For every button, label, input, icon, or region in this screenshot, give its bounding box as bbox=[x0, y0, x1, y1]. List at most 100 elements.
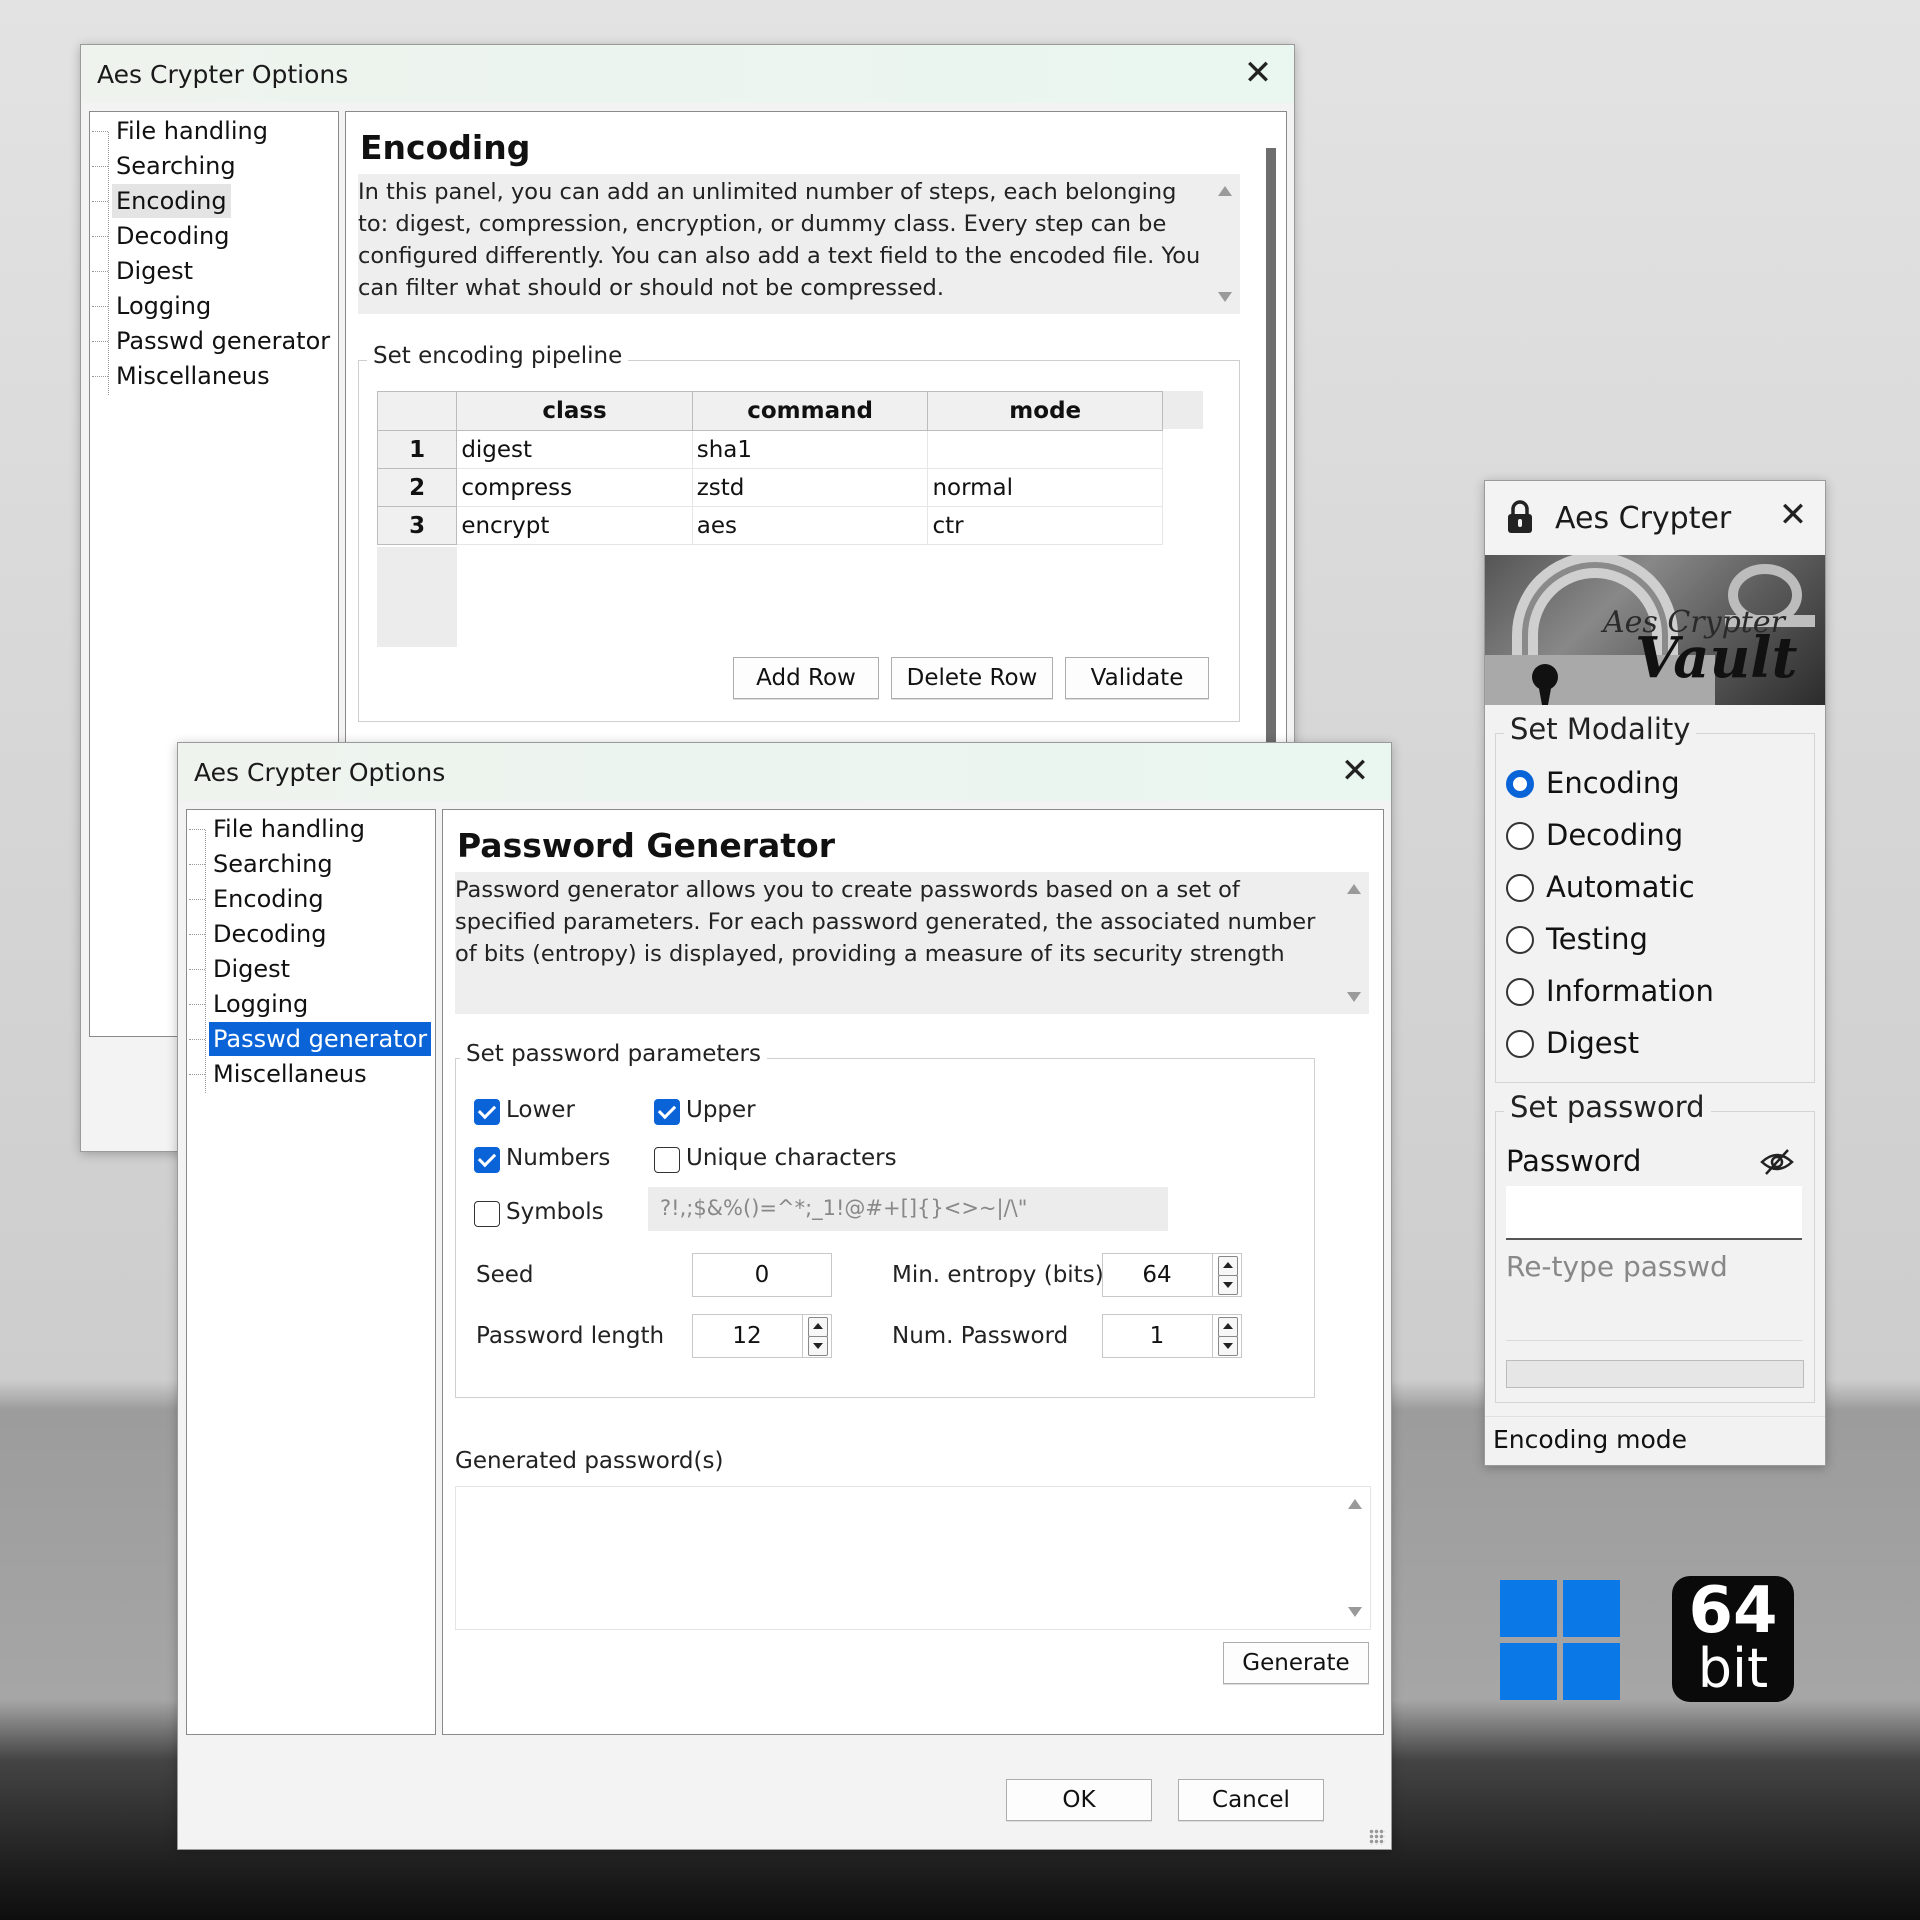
close-icon[interactable]: ✕ bbox=[1771, 493, 1815, 537]
cell-mode[interactable]: ctr bbox=[927, 506, 1163, 545]
tree-item-logging[interactable]: Logging bbox=[188, 987, 312, 1021]
tree-item-miscellaneus[interactable]: Miscellaneus bbox=[92, 359, 274, 393]
tree-item-decoding[interactable]: Decoding bbox=[91, 219, 233, 253]
scroll-down-arrow[interactable] bbox=[1218, 292, 1232, 302]
table-row[interactable]: 3 encrypt aes ctr bbox=[376, 506, 1163, 545]
status-bar: Encoding mode bbox=[1485, 1416, 1825, 1465]
cancel-button[interactable]: Cancel bbox=[1178, 1779, 1324, 1821]
symbols-label: Symbols bbox=[506, 1199, 604, 1225]
scroll-up-arrow[interactable] bbox=[1348, 1499, 1362, 1509]
tree-item-searching[interactable]: Searching bbox=[92, 149, 240, 183]
lower-checkbox[interactable] bbox=[474, 1099, 500, 1125]
row-number[interactable]: 3 bbox=[376, 506, 458, 545]
column-header[interactable]: class bbox=[456, 391, 693, 431]
radio-label-information[interactable]: Information bbox=[1546, 974, 1714, 1008]
ok-button[interactable]: OK bbox=[1006, 1779, 1152, 1821]
seed-label: Seed bbox=[476, 1262, 534, 1288]
radio-label-decoding[interactable]: Decoding bbox=[1546, 818, 1683, 852]
tree-item-passwd-generator[interactable]: Passwd generator bbox=[91, 324, 334, 358]
radio-label-testing[interactable]: Testing bbox=[1546, 922, 1648, 956]
eye-slash-icon[interactable] bbox=[1760, 1148, 1794, 1176]
scroll-up-arrow[interactable] bbox=[1347, 884, 1361, 894]
increment-icon[interactable] bbox=[808, 1317, 828, 1337]
numbers-label: Numbers bbox=[506, 1145, 611, 1171]
radio-label-digest[interactable]: Digest bbox=[1546, 1026, 1639, 1060]
upper-checkbox[interactable] bbox=[654, 1099, 680, 1125]
decrement-icon[interactable] bbox=[1218, 1275, 1238, 1295]
cell-class[interactable]: compress bbox=[456, 468, 693, 507]
title-bar[interactable]: Aes Crypter Options ✕ bbox=[178, 743, 1391, 801]
tree-item-file-handling[interactable]: File handling bbox=[92, 114, 272, 148]
tree-item-encoding[interactable]: Encoding bbox=[189, 882, 328, 916]
table-row[interactable]: 1 digest sha1 bbox=[376, 430, 1163, 469]
unique-characters-checkbox[interactable] bbox=[654, 1147, 680, 1173]
radio-information[interactable] bbox=[1506, 978, 1534, 1006]
table-row[interactable]: 2 compress zstd normal bbox=[376, 468, 1163, 507]
retype-password-input[interactable] bbox=[1506, 1290, 1802, 1341]
min-entropy-value: 64 bbox=[1142, 1262, 1172, 1288]
tree-item-digest[interactable]: Digest bbox=[91, 254, 197, 288]
pipeline-table: class command mode 1 digest sha1 2 compr… bbox=[376, 391, 1163, 545]
decrement-icon[interactable] bbox=[808, 1336, 828, 1356]
row-number[interactable]: 1 bbox=[376, 430, 458, 469]
scroll-down-arrow[interactable] bbox=[1347, 992, 1361, 1002]
panel-scrollbar[interactable] bbox=[1266, 148, 1276, 748]
upper-label: Upper bbox=[686, 1097, 756, 1123]
cell-command[interactable]: zstd bbox=[691, 468, 929, 507]
add-row-button[interactable]: Add Row bbox=[733, 657, 879, 699]
column-header[interactable]: command bbox=[691, 391, 929, 431]
scroll-up-arrow[interactable] bbox=[1218, 186, 1232, 196]
validate-button[interactable]: Validate bbox=[1065, 657, 1209, 699]
close-icon[interactable]: ✕ bbox=[1333, 749, 1377, 793]
num-password-stepper[interactable]: 1 bbox=[1102, 1314, 1242, 1358]
tree-item-passwd-generator[interactable]: Passwd generator bbox=[188, 1021, 433, 1057]
cell-mode[interactable]: normal bbox=[927, 468, 1163, 507]
symbols-checkbox[interactable] bbox=[474, 1201, 500, 1227]
pipeline-group-label: Set encoding pipeline bbox=[367, 343, 629, 369]
increment-icon[interactable] bbox=[1218, 1317, 1238, 1337]
radio-testing[interactable] bbox=[1506, 926, 1534, 954]
seed-field[interactable]: 0 bbox=[692, 1253, 832, 1297]
resize-grip-icon[interactable] bbox=[1369, 1829, 1385, 1845]
title-bar[interactable]: Aes Crypter ✕ bbox=[1485, 481, 1825, 553]
password-params-group: Set password parameters Lower Upper Numb… bbox=[455, 1041, 1315, 1398]
tree-item-decoding[interactable]: Decoding bbox=[188, 917, 330, 951]
cell-command[interactable]: sha1 bbox=[691, 430, 929, 469]
tree-item-miscellaneus[interactable]: Miscellaneus bbox=[189, 1057, 371, 1091]
cell-class[interactable]: encrypt bbox=[456, 506, 693, 545]
tree-item-file-handling[interactable]: File handling bbox=[189, 812, 369, 846]
tree-item-logging[interactable]: Logging bbox=[91, 289, 215, 323]
row-number[interactable]: 2 bbox=[376, 468, 458, 507]
cell-mode[interactable] bbox=[927, 430, 1163, 469]
generated-passwords-field[interactable] bbox=[455, 1486, 1371, 1630]
retype-password-input-placeholder: Re-type passwd bbox=[1506, 1250, 1728, 1283]
generate-button[interactable]: Generate bbox=[1223, 1642, 1369, 1684]
password-strength-bar bbox=[1506, 1360, 1804, 1388]
decrement-icon[interactable] bbox=[1218, 1336, 1238, 1356]
tree-item-searching[interactable]: Searching bbox=[189, 847, 337, 881]
radio-digest[interactable] bbox=[1506, 1030, 1534, 1058]
delete-row-button[interactable]: Delete Row bbox=[891, 657, 1053, 699]
tree-item-encoding[interactable]: Encoding bbox=[92, 184, 231, 218]
close-icon[interactable]: ✕ bbox=[1236, 51, 1280, 95]
tree-item-digest[interactable]: Digest bbox=[188, 952, 294, 986]
password-length-stepper[interactable]: 12 bbox=[692, 1314, 832, 1358]
page-title: Password Generator bbox=[457, 826, 836, 865]
increment-icon[interactable] bbox=[1218, 1256, 1238, 1276]
radio-decoding[interactable] bbox=[1506, 822, 1534, 850]
scroll-down-arrow[interactable] bbox=[1348, 1607, 1362, 1617]
radio-label-automatic[interactable]: Automatic bbox=[1546, 870, 1695, 904]
radio-automatic[interactable] bbox=[1506, 874, 1534, 902]
password-group: Set password Password Re-type passwd bbox=[1495, 1090, 1815, 1403]
radio-encoding[interactable] bbox=[1506, 770, 1534, 798]
numbers-checkbox[interactable] bbox=[474, 1147, 500, 1173]
cell-command[interactable]: aes bbox=[691, 506, 929, 545]
cell-class[interactable]: digest bbox=[456, 430, 693, 469]
title-bar[interactable]: Aes Crypter Options ✕ bbox=[81, 45, 1294, 103]
banner-image: Aes Crypter Vault bbox=[1485, 555, 1825, 705]
password-input[interactable] bbox=[1506, 1186, 1802, 1240]
column-header[interactable]: mode bbox=[927, 391, 1163, 431]
radio-label-encoding[interactable]: Encoding bbox=[1546, 766, 1680, 800]
min-entropy-stepper[interactable]: 64 bbox=[1102, 1253, 1242, 1297]
description-box: Password generator allows you to create … bbox=[455, 872, 1369, 1014]
